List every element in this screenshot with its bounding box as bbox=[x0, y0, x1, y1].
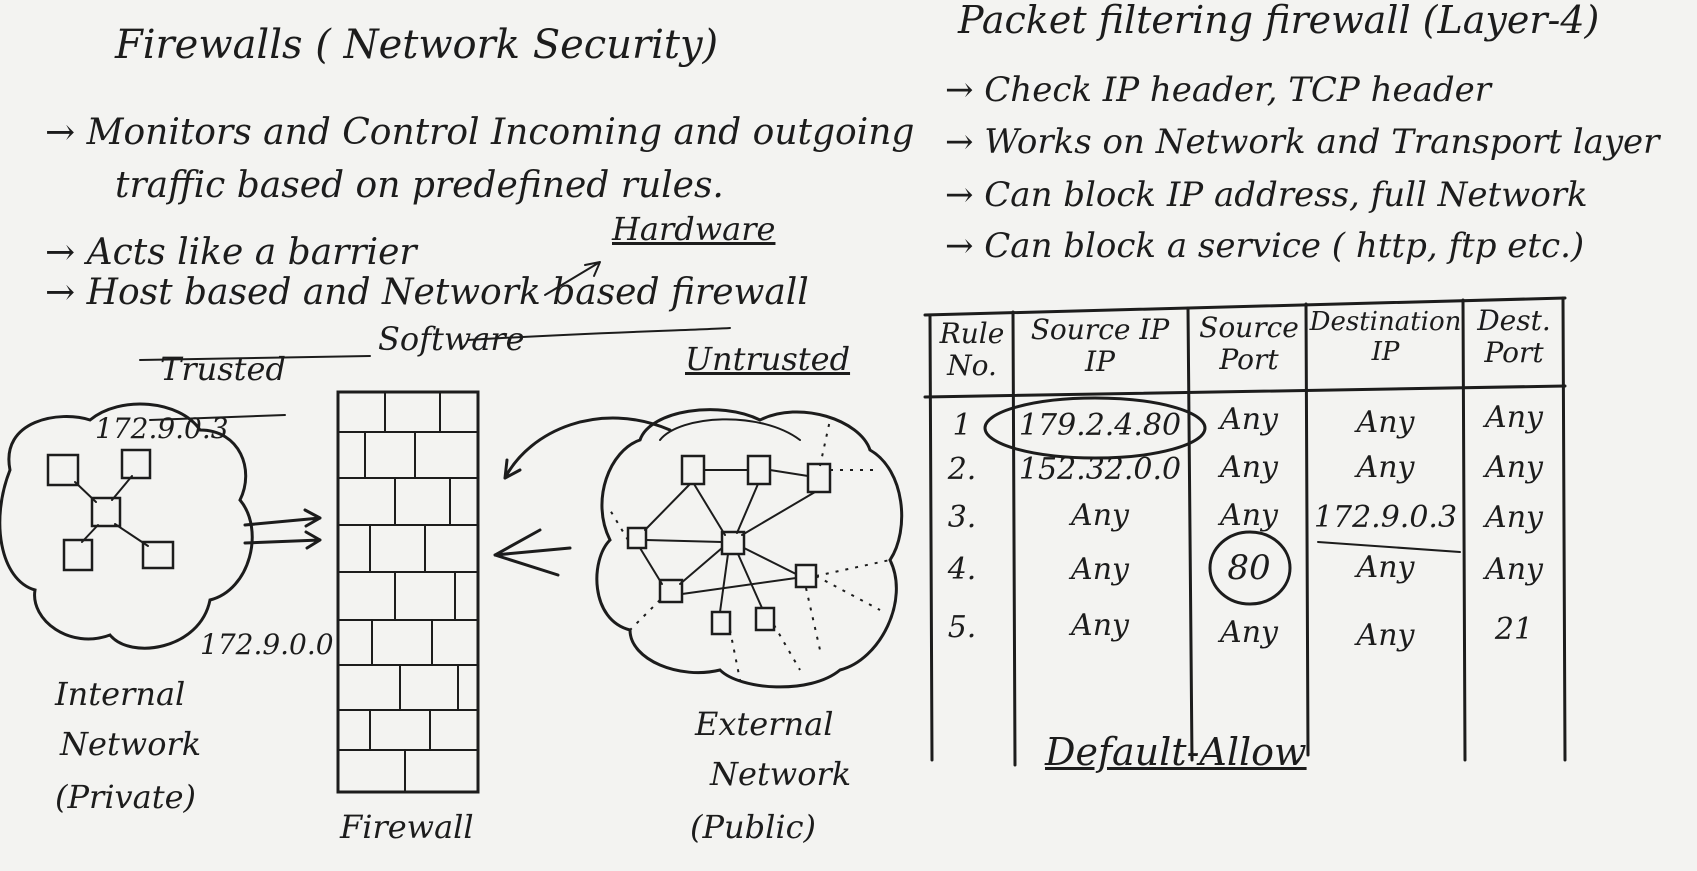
table-cell: 172.9.0.3 bbox=[1313, 500, 1458, 535]
internal-node-1 bbox=[46, 453, 80, 487]
table-cell: Any bbox=[1220, 615, 1278, 650]
header-source-port: Source Port bbox=[1199, 311, 1299, 377]
right-title: Packet filtering firewall (Layer-4) bbox=[958, 0, 1600, 42]
table-cell: Any bbox=[1485, 450, 1543, 485]
table-cell: Any bbox=[1356, 618, 1415, 653]
external-arrow bbox=[493, 528, 572, 577]
table-cell: 1 bbox=[952, 408, 972, 443]
bullet-block-service: → Can block a service ( http, ftp etc.) bbox=[945, 226, 1585, 266]
internal-arrow-2 bbox=[243, 530, 322, 550]
table-cell: 3. bbox=[947, 500, 977, 535]
internal-node-3 bbox=[62, 538, 94, 572]
firewall-wall bbox=[336, 390, 480, 794]
table-cell: Any bbox=[1220, 498, 1278, 533]
table-cell: Any bbox=[1356, 550, 1415, 585]
hardware-arrow bbox=[544, 261, 601, 296]
table-cell: 21 bbox=[1494, 612, 1534, 647]
table-cell: Any bbox=[1356, 405, 1415, 440]
network-based-underline bbox=[467, 327, 731, 341]
default-allow-label: Default-Allow bbox=[1045, 730, 1307, 774]
internal-cloud bbox=[0, 402, 254, 650]
table-cell: 179.2.4.80 bbox=[1018, 408, 1182, 443]
header-destination-ip: Destination IP bbox=[1309, 307, 1462, 367]
table-cell: Any bbox=[1485, 400, 1543, 435]
bullet-block-ip: → Can block IP address, full Network bbox=[945, 175, 1588, 215]
header-source-ip: Source IP IP bbox=[1030, 313, 1170, 379]
table-cell: Any bbox=[1356, 450, 1415, 485]
bullet-works-on: → Works on Network and Transport layer bbox=[945, 122, 1660, 162]
host-based-underline bbox=[139, 355, 371, 361]
blocked-arrow bbox=[503, 416, 672, 480]
table-cell: Any bbox=[1220, 450, 1278, 485]
bullet-check-header: → Check IP header, TCP header bbox=[945, 70, 1492, 110]
external-network-nodes bbox=[609, 418, 891, 681]
table-cell: Any bbox=[1071, 498, 1129, 533]
table-cell: Any bbox=[1071, 552, 1129, 587]
table-cell: 4. bbox=[947, 552, 977, 587]
left-diagram bbox=[0, 261, 904, 794]
table-cell: Any bbox=[1071, 608, 1129, 643]
table-cell: Any bbox=[1485, 500, 1543, 535]
table-cell: 2. bbox=[947, 452, 977, 487]
header-dest-port: Dest. Port bbox=[1477, 304, 1551, 370]
internal-node-2 bbox=[120, 448, 152, 480]
table-cell: 80 bbox=[1227, 548, 1271, 588]
table-cell: 5. bbox=[947, 610, 977, 645]
table-cell: Any bbox=[1220, 402, 1278, 437]
header-rule-no: Rule No. bbox=[939, 317, 1005, 383]
internal-arrow-1 bbox=[243, 508, 322, 528]
table-cell: Any bbox=[1485, 552, 1543, 587]
table-cell: 152.32.0.0 bbox=[1018, 452, 1182, 487]
trusted-underline bbox=[149, 414, 286, 421]
